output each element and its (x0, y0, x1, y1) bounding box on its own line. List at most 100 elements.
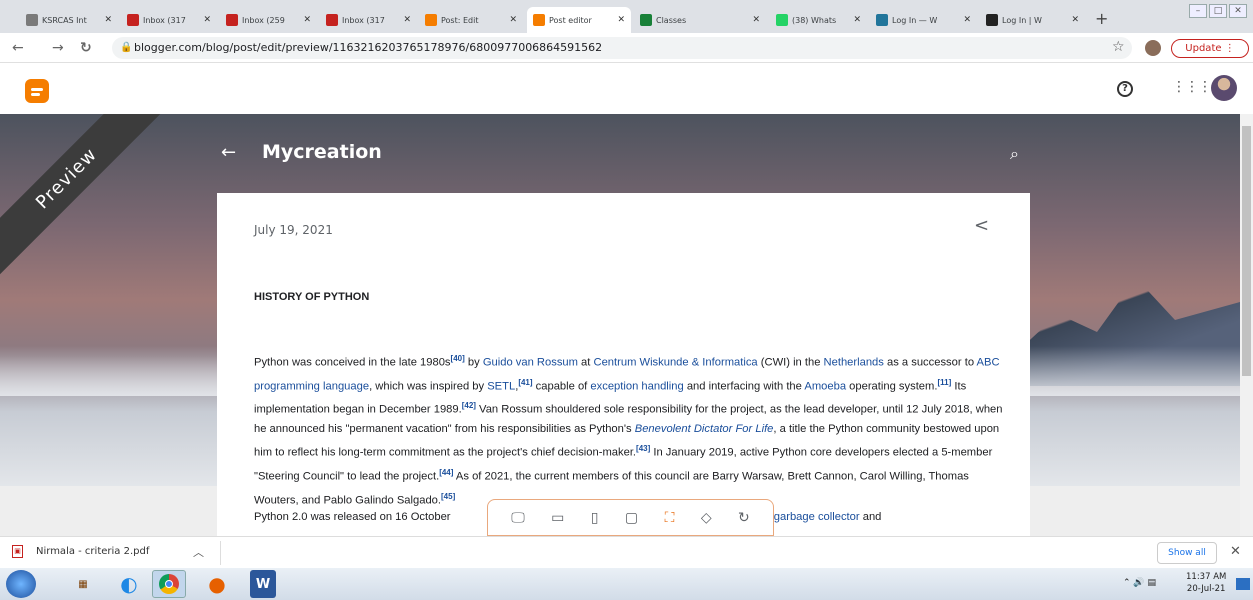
profile-avatar[interactable] (1145, 40, 1161, 56)
citation-link[interactable]: [41] (518, 378, 532, 387)
browser-tab[interactable]: Post editor ✕ (527, 7, 631, 33)
link-setl[interactable]: SETL (487, 380, 515, 392)
windows-taskbar: ▦ ◐ ● W ⌃ 🔊 ▤ 11:37 AM 20-Jul-21 (0, 568, 1253, 600)
url-text: blogger.com/blog/post/edit/preview/11632… (134, 41, 603, 54)
browser-tab[interactable]: Classes ✕ (634, 7, 766, 33)
browser-tab[interactable]: Inbox (317 ✕ (121, 7, 217, 33)
citation-link[interactable]: [42] (462, 401, 476, 410)
close-tab-icon[interactable]: ✕ (1071, 15, 1079, 25)
device-preview-toolbar: 🖵 ▭ ▯ ▢ ⛶ ◇ ↻ (487, 499, 774, 536)
tab-title: Inbox (317 (342, 15, 385, 25)
browser-tab[interactable]: Inbox (259 ✕ (220, 7, 317, 33)
link-bdfl[interactable]: Benevolent Dictator For Life (635, 423, 774, 435)
blog-title[interactable]: Mycreation (262, 141, 382, 163)
close-tab-icon[interactable]: ✕ (509, 15, 517, 25)
tab-title: Log In | W (1002, 15, 1042, 25)
show-desktop-button[interactable] (1236, 578, 1250, 590)
link-exception-handling[interactable]: exception handling (590, 380, 683, 392)
browser-tab[interactable]: (38) Whats ✕ (770, 7, 867, 33)
close-tab-icon[interactable]: ✕ (853, 15, 861, 25)
url-field[interactable]: 🔒 blogger.com/blog/post/edit/preview/116… (112, 37, 1132, 59)
desktop-icon[interactable]: 🖵 (511, 510, 525, 526)
show-all-button[interactable]: Show all (1157, 542, 1217, 564)
refresh-icon[interactable]: ↻ (738, 510, 750, 526)
gmail-icon (226, 14, 238, 26)
browser-tab[interactable]: KSRCAS Int ✕ (20, 7, 118, 33)
rotate-icon[interactable]: ◇ (701, 510, 712, 526)
close-tab-icon[interactable]: ✕ (403, 15, 411, 25)
mobile-icon[interactable]: ▯ (591, 510, 599, 526)
close-icon[interactable]: ✕ (1230, 544, 1241, 559)
maximize-icon[interactable]: □ (1209, 4, 1227, 18)
apps-grid-icon[interactable]: ⋮⋮⋮ (1172, 79, 1212, 95)
citation-link[interactable]: [11] (937, 378, 951, 387)
search-icon[interactable]: ⌕ (1010, 144, 1019, 164)
page-scrollbar[interactable] (1240, 114, 1253, 536)
browser-tab[interactable]: Log In | W ✕ (980, 7, 1085, 33)
link-guido[interactable]: Guido van Rossum (483, 357, 578, 369)
small-device-icon[interactable]: ▢ (625, 510, 638, 526)
citation-link[interactable]: [43] (636, 444, 650, 453)
browser-tab[interactable]: Inbox (317 ✕ (320, 7, 417, 33)
forward-icon[interactable]: → (52, 40, 64, 56)
account-avatar[interactable] (1211, 75, 1237, 101)
bookmark-star-icon[interactable]: ☆ (1112, 39, 1125, 55)
tally-icon[interactable]: ▦ (66, 570, 100, 598)
clock-time: 11:37 AM (1186, 572, 1227, 582)
window-controls: – □ ✕ (1189, 4, 1247, 18)
blogger-icon (425, 14, 437, 26)
address-bar-row: ← → ↻ 🔒 blogger.com/blog/post/edit/previ… (0, 33, 1253, 63)
back-arrow-icon[interactable]: ← (221, 142, 236, 163)
classroom-icon (640, 14, 652, 26)
share-icon[interactable]: < (974, 215, 989, 236)
post-date: July 19, 2021 (254, 223, 333, 237)
tab-title: Classes (656, 15, 687, 25)
reload-icon[interactable]: ↻ (80, 40, 92, 56)
system-tray-icons[interactable]: ⌃ 🔊 ▤ (1123, 578, 1156, 588)
close-tab-icon[interactable]: ✕ (104, 15, 112, 25)
citation-link[interactable]: [40] (451, 354, 465, 363)
browser-tab[interactable]: Post: Edit ✕ (419, 7, 523, 33)
fullscreen-icon[interactable]: ⛶ (665, 510, 675, 526)
blogger-icon (533, 14, 545, 26)
tablet-icon[interactable]: ▭ (551, 510, 564, 526)
tab-title: Post editor (549, 15, 592, 25)
lock-icon: 🔒 (120, 42, 133, 53)
close-tab-icon[interactable]: ✕ (617, 15, 625, 25)
scrollbar-thumb[interactable] (1242, 126, 1251, 376)
clock[interactable]: 11:37 AM 20-Jul-21 (1186, 571, 1226, 595)
chrome-icon[interactable] (152, 570, 186, 598)
browser-tab-strip: KSRCAS Int ✕ Inbox (317 ✕ Inbox (259 ✕ Inbox (… (0, 0, 1253, 33)
word-icon[interactable]: W (250, 570, 276, 598)
close-tab-icon[interactable]: ✕ (963, 15, 971, 25)
wordpress-icon (876, 14, 888, 26)
update-label: Update (1185, 43, 1222, 54)
blogger-logo-icon[interactable] (25, 79, 49, 103)
chevron-up-icon[interactable]: ︿ (193, 544, 204, 560)
new-tab-button[interactable]: + (1095, 9, 1108, 28)
citation-link[interactable]: [44] (439, 468, 453, 477)
link-netherlands[interactable]: Netherlands (824, 357, 884, 369)
link-amoeba[interactable]: Amoeba (804, 380, 846, 392)
download-file-name[interactable]: Nirmala - criteria 2.pdf (36, 546, 149, 557)
back-icon[interactable]: ← (12, 40, 24, 56)
link-cwi[interactable]: Centrum Wiskunde & Informatica (594, 357, 758, 369)
edge-icon[interactable]: ◐ (112, 570, 146, 598)
start-button-icon[interactable] (6, 570, 36, 598)
close-tab-icon[interactable]: ✕ (752, 15, 760, 25)
close-tab-icon[interactable]: ✕ (203, 15, 211, 25)
help-icon[interactable]: ? (1117, 81, 1133, 97)
wix-icon (986, 14, 998, 26)
minimize-icon[interactable]: – (1189, 4, 1207, 18)
gmail-icon (127, 14, 139, 26)
tab-title: KSRCAS Int (42, 15, 87, 25)
whatsapp-icon (776, 14, 788, 26)
browser-tab[interactable]: Log In — W ✕ (870, 7, 977, 33)
post-card: July 19, 2021 < HISTORY OF PYTHON Python… (217, 193, 1030, 536)
citation-link[interactable]: [45] (441, 492, 455, 501)
close-tab-icon[interactable]: ✕ (303, 15, 311, 25)
update-button[interactable]: Update ⋮ (1171, 39, 1249, 58)
firefox-icon[interactable]: ● (200, 570, 234, 598)
close-window-icon[interactable]: ✕ (1229, 4, 1247, 18)
download-bar: ▣ Nirmala - criteria 2.pdf ︿ Show all ✕ (0, 536, 1253, 568)
